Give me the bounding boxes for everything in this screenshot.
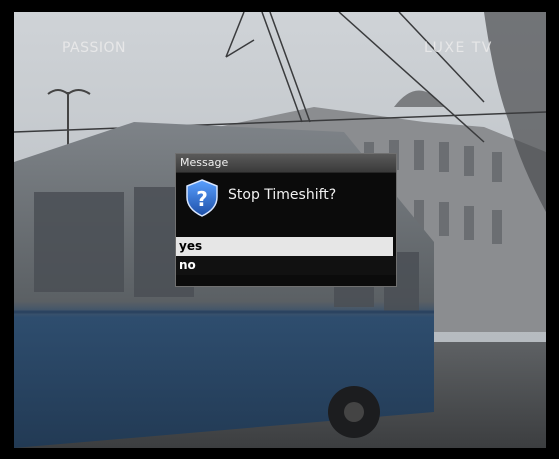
question-shield-icon: ?	[186, 179, 218, 217]
channel-name-left: PASSION	[62, 40, 127, 56]
dialog-question: Stop Timeshift?	[228, 187, 337, 203]
option-no[interactable]: no	[176, 256, 396, 275]
message-dialog: Message ? Stop Timeshift? yes no	[175, 153, 397, 287]
dialog-body: ? Stop Timeshift?	[176, 173, 396, 237]
svg-text:?: ?	[196, 187, 208, 211]
option-yes[interactable]: yes	[176, 237, 393, 256]
channel-logo-right: LUXE TV	[424, 40, 493, 56]
dialog-title: Message	[176, 154, 396, 173]
